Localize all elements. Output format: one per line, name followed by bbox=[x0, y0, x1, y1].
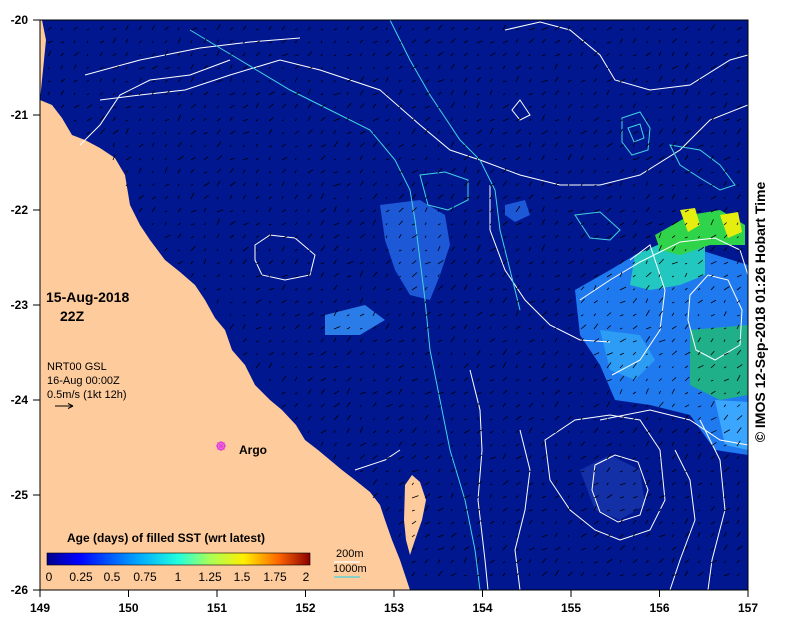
lon-tick-154: 154 bbox=[472, 601, 492, 615]
contour-legend-1000m: 1000m bbox=[333, 563, 367, 575]
lon-tick-156: 156 bbox=[649, 601, 669, 615]
lat-axis: -20 -21 -22 -23 -24 -25 -26 bbox=[11, 13, 40, 597]
lon-tick-153: 153 bbox=[384, 601, 404, 615]
current-time: 16-Aug 00:00Z bbox=[47, 375, 120, 387]
lat-tick-20: -20 bbox=[11, 13, 29, 27]
lon-tick-150: 150 bbox=[118, 601, 138, 615]
lat-tick-23: -23 bbox=[11, 298, 29, 312]
map-date: 15-Aug-2018 bbox=[46, 289, 129, 305]
colorbar-tick: 2 bbox=[303, 570, 310, 584]
lat-tick-21: -21 bbox=[11, 108, 29, 122]
colorbar-tick: 0.5 bbox=[104, 570, 121, 584]
lon-tick-151: 151 bbox=[207, 601, 227, 615]
lon-tick-157: 157 bbox=[738, 601, 758, 615]
map-hour: 22Z bbox=[60, 308, 85, 324]
colorbar-tick: 1.25 bbox=[198, 570, 222, 584]
lat-tick-25: -25 bbox=[11, 488, 29, 502]
lat-tick-24: -24 bbox=[11, 393, 29, 407]
credit-text: © IMOS 12-Sep-2018 01:26 Hobart Time bbox=[752, 181, 768, 443]
lon-tick-149: 149 bbox=[30, 601, 50, 615]
colorbar-tick: 1.5 bbox=[234, 570, 251, 584]
colorbar bbox=[46, 552, 311, 566]
colorbar-tick: 0 bbox=[46, 570, 53, 584]
argo-float-marker bbox=[216, 441, 226, 451]
lat-tick-22: -22 bbox=[11, 203, 29, 217]
map-canvas: 149 150 151 152 153 154 155 156 157 -20 … bbox=[11, 13, 759, 615]
lon-tick-152: 152 bbox=[295, 601, 315, 615]
colorbar-tick: 1.75 bbox=[263, 570, 287, 584]
contour-legend-200m: 200m bbox=[336, 548, 364, 560]
argo-label: Argo bbox=[239, 443, 267, 457]
colorbar-title: Age (days) of filled SST (wrt latest) bbox=[67, 531, 265, 545]
lat-tick-26: -26 bbox=[11, 583, 29, 597]
colorbar-tick: 1 bbox=[175, 570, 182, 584]
current-scale: 0.5m/s (1kt 12h) bbox=[47, 389, 126, 401]
colorbar-tick: 0.25 bbox=[69, 570, 93, 584]
current-source: NRT00 GSL bbox=[47, 361, 107, 373]
colorbar-tick: 0.75 bbox=[133, 570, 157, 584]
lon-axis: 149 150 151 152 153 154 155 156 157 bbox=[30, 590, 758, 615]
lon-tick-155: 155 bbox=[561, 601, 581, 615]
sst-age-map: 149 150 151 152 153 154 155 156 157 -20 … bbox=[0, 0, 788, 624]
colorbar-ticks: 0 0.25 0.5 0.75 1 1.25 1.5 1.75 2 bbox=[46, 570, 310, 584]
